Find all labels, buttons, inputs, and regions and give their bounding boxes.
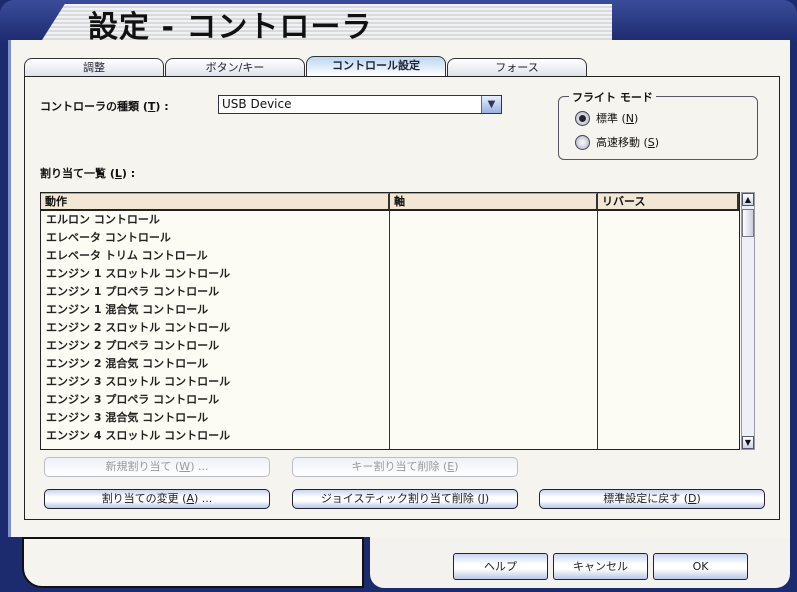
list-item[interactable]: エンジン 1 スロットル コントロール (41, 265, 739, 283)
radio-standard[interactable]: 標準 (N) (575, 110, 638, 126)
list-item[interactable]: エンジン 2 混合気 コントロール (41, 355, 739, 373)
new-assignment-button[interactable]: 新規割り当て (W) ... (44, 457, 270, 477)
title-bar: 設定 - コントローラ (0, 0, 797, 45)
reset-defaults-button[interactable]: 標準設定に戻す (D) (539, 489, 765, 509)
list-item[interactable]: エンジン 1 プロペラ コントロール (41, 283, 739, 301)
controller-type-dropdown[interactable]: USB Device ▼ (218, 95, 502, 114)
scroll-up-icon[interactable]: ▲ (742, 193, 754, 206)
radio-fast-move[interactable]: 高速移動 (S) (575, 134, 659, 150)
list-item[interactable]: エルロン コントロール (41, 211, 739, 229)
radio-unselected-icon (575, 134, 590, 150)
assignment-list[interactable]: 動作 軸 リバース エルロン コントロール エレベータ コントロール エレベータ ト… (40, 192, 740, 450)
list-item[interactable]: エンジン 2 スロットル コントロール (41, 319, 739, 337)
list-item[interactable]: エレベータ トリム コントロール (41, 247, 739, 265)
delete-key-assignment-button[interactable]: キー割り当て削除 (E) (292, 457, 518, 477)
change-assignment-button[interactable]: 割り当ての変更 (A) ... (44, 489, 270, 509)
list-item[interactable]: エンジン 3 プロペラ コントロール (41, 391, 739, 409)
cancel-button[interactable]: キャンセル (553, 553, 648, 580)
delete-joystick-assignment-button[interactable]: ジョイスティック割り当て削除 (J) (292, 489, 518, 509)
list-item[interactable]: エンジン 1 混合気 コントロール (41, 301, 739, 319)
list-item[interactable]: エンジン 2 プロペラ コントロール (41, 337, 739, 355)
flight-mode-group: フライト モード 標準 (N) 高速移動 (S) (558, 89, 758, 160)
list-item[interactable]: エンジン 3 スロットル コントロール (41, 373, 739, 391)
ok-button[interactable]: OK (653, 553, 748, 580)
column-header-axis[interactable]: 軸 (390, 193, 598, 209)
scroll-thumb[interactable] (742, 209, 754, 237)
list-item[interactable]: エンジン 4 スロットル コントロール (41, 427, 739, 445)
tab-calibration[interactable]: 調整 (24, 58, 164, 76)
tab-control-settings[interactable]: コントロール設定 (306, 56, 446, 76)
scroll-down-icon[interactable]: ▼ (742, 436, 754, 449)
tab-bar: 調整 ボタン/キー コントロール設定 フォース (24, 56, 588, 76)
controller-type-label: コントローラの種類 (T) : (40, 100, 169, 113)
list-header: 動作 軸 リバース (41, 193, 739, 211)
tab-buttons-keys[interactable]: ボタン/キー (165, 58, 305, 76)
help-button[interactable]: ヘルプ (453, 553, 548, 580)
list-item[interactable]: エレベータ コントロール (41, 229, 739, 247)
radio-selected-icon (575, 110, 590, 126)
column-header-action[interactable]: 動作 (41, 193, 390, 209)
list-item[interactable]: エンジン 3 混合気 コントロール (41, 409, 739, 427)
column-header-reverse[interactable]: リバース (598, 193, 739, 209)
controller-type-value: USB Device (222, 97, 292, 111)
tab-force[interactable]: フォース (447, 58, 587, 76)
chevron-down-icon[interactable]: ▼ (481, 96, 501, 113)
flight-mode-title: フライト モード (569, 89, 656, 105)
status-panel (22, 537, 364, 588)
assignment-list-label: 割り当て一覧 (L) : (40, 167, 136, 180)
list-scrollbar[interactable]: ▲ ▼ (741, 192, 755, 450)
